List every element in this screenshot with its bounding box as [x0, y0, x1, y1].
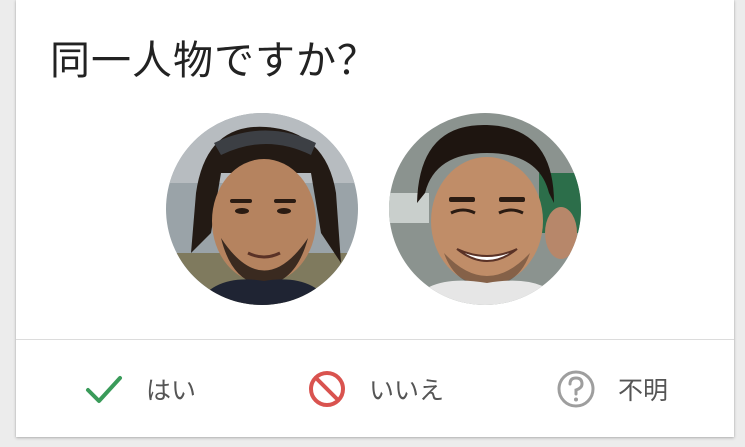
question-circle-icon [556, 369, 596, 409]
prohibited-icon [307, 369, 347, 409]
yes-button[interactable]: はい [84, 340, 196, 437]
same-person-dialog: 同一人物ですか？ はい いいえ 不明 [16, 0, 734, 437]
face-photo-right [389, 113, 581, 305]
dialog-title: 同一人物ですか？ [50, 38, 378, 84]
yes-label: はい [146, 375, 197, 405]
unknown-label: 不明 [618, 375, 669, 405]
checkmark-icon [84, 369, 124, 409]
face-photo-left [166, 113, 358, 305]
no-button[interactable]: いいえ [307, 340, 444, 437]
answer-actions: はい いいえ 不明 [16, 340, 734, 437]
unknown-button[interactable]: 不明 [556, 340, 668, 437]
no-label: いいえ [369, 375, 445, 405]
